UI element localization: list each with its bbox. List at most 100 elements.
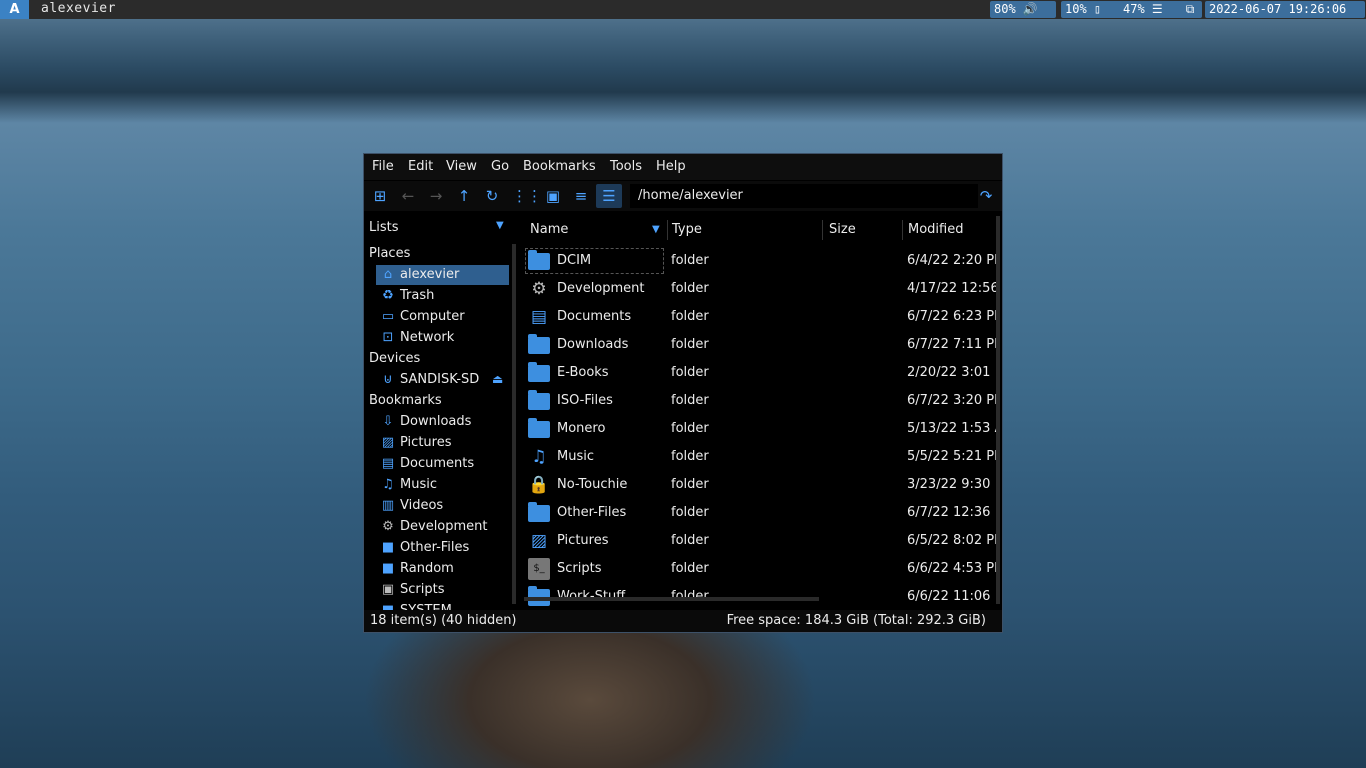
sidebar-item-network[interactable]: ⊡ Network bbox=[376, 328, 509, 348]
sidebar-item-home[interactable]: ⌂ alexevier bbox=[376, 265, 509, 285]
file-modified: 2/20/22 3:01 bbox=[907, 365, 991, 380]
table-row[interactable]: ▤ Documents folder 6/7/22 6:23 PM bbox=[524, 303, 1002, 331]
gear-icon: ⚙ bbox=[382, 519, 394, 534]
volume-indicator[interactable]: 80% 🔊 bbox=[990, 1, 1056, 18]
brightness-icon: ▯ bbox=[1093, 2, 1102, 16]
table-row[interactable]: Work-Stufffolder6/6/22 11:06 bbox=[524, 583, 1002, 606]
file-type: folder bbox=[671, 393, 709, 408]
reload-icon[interactable]: ↻ bbox=[479, 184, 505, 208]
folder-icon bbox=[528, 418, 550, 438]
network-tray-icon[interactable]: ⧉ bbox=[1178, 1, 1202, 18]
new-tab-icon[interactable]: ⊞ bbox=[367, 184, 393, 208]
sidebar-item-videos[interactable]: ▥ Videos bbox=[376, 496, 509, 516]
sidebar-item-music[interactable]: ♫ Music bbox=[376, 475, 509, 495]
menu-bookmarks[interactable]: Bookmarks bbox=[523, 159, 596, 174]
menu-file[interactable]: File bbox=[372, 159, 394, 174]
table-row[interactable]: ▨ Pictures folder 6/5/22 8:02 PM bbox=[524, 527, 1002, 555]
menu-tools[interactable]: Tools bbox=[610, 159, 642, 174]
column-header-type[interactable]: Type bbox=[672, 222, 702, 237]
file-type: folder bbox=[671, 253, 709, 268]
table-row[interactable]: ♫ Music folder 5/5/22 5:21 PM bbox=[524, 443, 1002, 471]
speaker-icon: 🔊 bbox=[1022, 2, 1038, 16]
detailed-list-view-icon[interactable]: ☰ bbox=[596, 184, 622, 208]
file-type: folder bbox=[671, 421, 709, 436]
menu-go[interactable]: Go bbox=[491, 159, 509, 174]
file-name: DCIM bbox=[557, 253, 592, 268]
icon-view-icon[interactable]: ⋮⋮ bbox=[512, 184, 542, 208]
table-row[interactable]: Downloads folder 6/7/22 7:11 PM bbox=[524, 331, 1002, 359]
go-icon[interactable]: ↷ bbox=[973, 184, 999, 208]
thumbnail-view-icon[interactable]: ▣ bbox=[540, 184, 566, 208]
sidebar-item-trash[interactable]: ♻ Trash bbox=[376, 286, 509, 306]
bookmarks-header: Bookmarks bbox=[369, 393, 442, 408]
column-header-modified[interactable]: Modified bbox=[908, 222, 963, 237]
file-modified: 3/23/22 9:30 bbox=[907, 477, 991, 492]
battery-indicator[interactable]: 47% ☰ bbox=[1119, 1, 1183, 18]
table-row[interactable]: $_ Scripts folder 6/6/22 4:53 PM bbox=[524, 555, 1002, 583]
table-row[interactable]: ⚙ Development folder 4/17/22 12:56 bbox=[524, 275, 1002, 303]
terminal-icon: $_ bbox=[528, 558, 550, 580]
table-row[interactable]: Other-Files folder 6/7/22 12:36 bbox=[524, 499, 1002, 527]
table-row[interactable]: Monero folder 5/13/22 1:53 AM bbox=[524, 415, 1002, 443]
compact-view-icon[interactable]: ≡ bbox=[568, 184, 594, 208]
file-modified: 5/5/22 5:21 PM bbox=[907, 449, 997, 464]
file-type: folder bbox=[671, 477, 709, 492]
file-type: folder bbox=[671, 281, 709, 296]
active-window-title: alexevier bbox=[41, 1, 116, 16]
sidebar-item-random[interactable]: ■ Random bbox=[376, 559, 509, 579]
column-separator[interactable] bbox=[667, 220, 668, 240]
app-launcher-icon[interactable]: A bbox=[0, 0, 29, 19]
side-pane-mode[interactable]: Lists bbox=[369, 220, 399, 235]
table-row[interactable]: 🔒 No-Touchie folder 3/23/22 9:30 bbox=[524, 471, 1002, 499]
menu-view[interactable]: View bbox=[446, 159, 477, 174]
menu-help[interactable]: Help bbox=[656, 159, 686, 174]
folder-icon bbox=[528, 390, 550, 410]
side-pane-scrollbar[interactable] bbox=[512, 244, 516, 604]
file-name: Music bbox=[557, 449, 594, 464]
table-row[interactable]: ISO-Files folder 6/7/22 3:20 PM bbox=[524, 387, 1002, 415]
path-bar[interactable]: /home/alexevier bbox=[630, 184, 978, 208]
pictures-icon: ▨ bbox=[530, 531, 548, 551]
sidebar-item-downloads[interactable]: ⇩ Downloads bbox=[376, 412, 509, 432]
sidebar-item-sandisk[interactable]: ⊍ SANDISK-SD bbox=[376, 370, 509, 390]
folder-icon bbox=[528, 362, 550, 382]
sidebar-item-documents[interactable]: ▤ Documents bbox=[376, 454, 509, 474]
sidebar-item-computer[interactable]: ▭ Computer bbox=[376, 307, 509, 327]
sidebar-item-scripts[interactable]: ▣ Scripts bbox=[376, 580, 509, 600]
file-modified: 6/5/22 8:02 PM bbox=[907, 533, 997, 548]
sidebar-item-other-files[interactable]: ■ Other-Files bbox=[376, 538, 509, 558]
usb-icon: ⊍ bbox=[383, 372, 393, 387]
lock-icon: 🔒 bbox=[528, 475, 550, 495]
file-list-scrollbar[interactable] bbox=[996, 216, 1000, 604]
horizontal-scrollbar[interactable] bbox=[524, 597, 819, 601]
file-modified: 6/7/22 12:36 bbox=[907, 505, 991, 520]
brightness-indicator[interactable]: 10% ▯ bbox=[1061, 1, 1124, 18]
column-separator[interactable] bbox=[822, 220, 823, 240]
column-separator[interactable] bbox=[902, 220, 903, 240]
column-header-name[interactable]: Name bbox=[530, 222, 568, 237]
sidebar-item-pictures[interactable]: ▨ Pictures bbox=[376, 433, 509, 453]
download-icon: ⇩ bbox=[382, 414, 394, 429]
network-icon: ⊡ bbox=[382, 330, 394, 345]
folder-icon bbox=[528, 250, 550, 270]
eject-icon[interactable]: ⏏ bbox=[492, 372, 503, 386]
file-name: Pictures bbox=[557, 533, 609, 548]
file-name: Downloads bbox=[557, 337, 629, 352]
table-row[interactable]: E-Books folder 2/20/22 3:01 bbox=[524, 359, 1002, 387]
places-header: Places bbox=[369, 246, 411, 261]
file-type: folder bbox=[671, 533, 709, 548]
sidebar-item-development[interactable]: ⚙ Development bbox=[376, 517, 509, 537]
battery-icon: ☰ bbox=[1151, 2, 1163, 16]
terminal-icon: ▣ bbox=[381, 582, 395, 597]
menu-edit[interactable]: Edit bbox=[408, 159, 433, 174]
forward-icon[interactable]: → bbox=[423, 184, 449, 208]
computer-icon: ▭ bbox=[381, 309, 395, 324]
music-icon: ♫ bbox=[382, 477, 394, 492]
clock[interactable]: 2022-06-07 19:26:06 bbox=[1205, 1, 1365, 18]
file-name: Development bbox=[557, 281, 645, 296]
chevron-down-icon[interactable]: ▼ bbox=[496, 220, 504, 231]
back-icon[interactable]: ← bbox=[395, 184, 421, 208]
up-icon[interactable]: ↑ bbox=[451, 184, 477, 208]
table-row[interactable]: DCIM folder 6/4/22 2:20 PM bbox=[524, 247, 997, 275]
column-header-size[interactable]: Size bbox=[829, 222, 856, 237]
